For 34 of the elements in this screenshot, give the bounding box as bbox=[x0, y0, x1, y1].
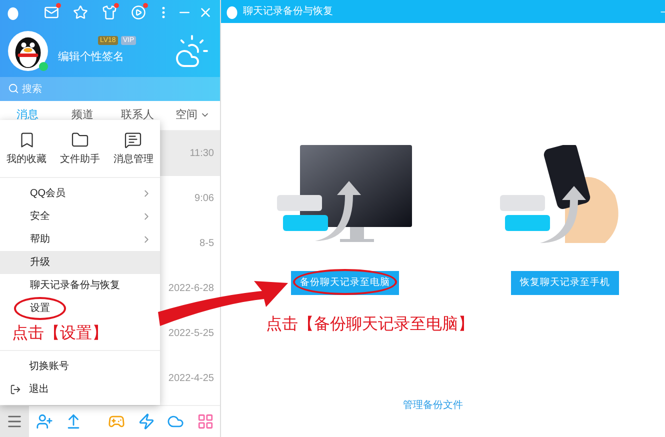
menu-item[interactable]: 升级 bbox=[0, 251, 160, 274]
time-text: 2022-5-25 bbox=[168, 327, 214, 341]
time-text: 9:06 bbox=[194, 192, 214, 206]
shortcut-button[interactable]: 文件助手 bbox=[60, 130, 100, 166]
menu-item[interactable]: 帮助 bbox=[0, 228, 160, 251]
shirt-icon[interactable] bbox=[102, 5, 117, 20]
tab[interactable]: 联系人 bbox=[110, 102, 165, 130]
shortcut-button[interactable]: 我的收藏 bbox=[6, 130, 47, 166]
menu-item[interactable]: 退出 bbox=[0, 378, 160, 401]
tab[interactable]: 空间 bbox=[165, 102, 220, 130]
star-icon[interactable] bbox=[73, 5, 88, 20]
time-text: 2022-6-28 bbox=[168, 282, 214, 296]
menu-item[interactable]: 切换账号 bbox=[0, 355, 160, 378]
close-icon[interactable] bbox=[198, 5, 213, 20]
mail-icon[interactable] bbox=[44, 5, 59, 20]
folder-icon bbox=[70, 130, 89, 148]
menu-item[interactable]: 聊天记录备份与恢复 bbox=[0, 274, 160, 297]
annotation-text: 点击【备份聊天记录至电脑】 bbox=[266, 315, 475, 335]
menu-item[interactable]: 安全 bbox=[0, 205, 160, 228]
time-text: 11:30 bbox=[190, 147, 214, 161]
menu-item[interactable]: 设置 bbox=[0, 297, 160, 320]
tab[interactable]: 频道 bbox=[55, 102, 110, 130]
shortcut-button[interactable]: 消息管理 bbox=[113, 130, 154, 166]
menu-icon[interactable] bbox=[0, 406, 30, 437]
play-icon[interactable] bbox=[131, 5, 146, 20]
time-text: 2022-4-25 bbox=[168, 372, 214, 386]
message-icon bbox=[124, 130, 142, 148]
menu-item[interactable]: QQ会员 bbox=[0, 182, 160, 205]
window-title: 聊天记录备份与恢复 bbox=[243, 4, 333, 19]
time-text: 8-5 bbox=[200, 237, 214, 251]
annotation-text: 点击【设置】 bbox=[11, 324, 109, 344]
exit-icon bbox=[10, 384, 21, 395]
weather-icon[interactable] bbox=[174, 33, 210, 69]
search-icon bbox=[8, 83, 19, 94]
